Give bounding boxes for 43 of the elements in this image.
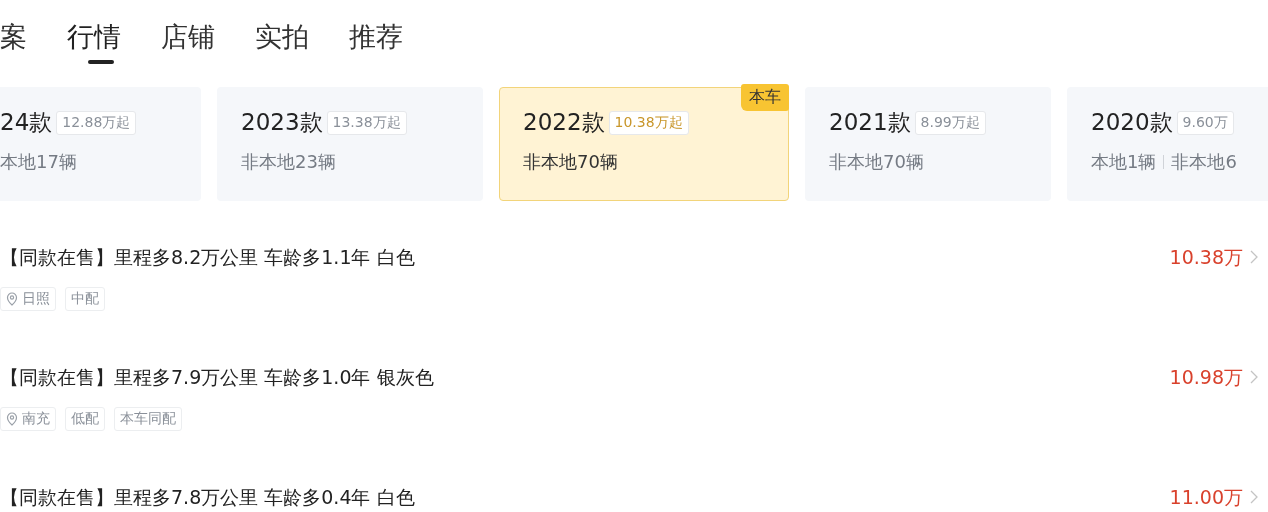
starting-price: 10.38万起 — [608, 110, 689, 135]
location-tag: 南充 — [0, 407, 56, 431]
year-card[interactable]: 2020款 9.60万 本地1辆 非本地6 — [1067, 87, 1268, 201]
vehicle-count: 非本地70辆 — [829, 150, 924, 174]
tab[interactable]: 店铺 — [161, 20, 215, 64]
current-car-badge: 本车 — [741, 84, 789, 111]
tag: 中配 — [65, 287, 105, 311]
starting-price: 12.88万起 — [56, 110, 137, 135]
listing-price[interactable]: 10.38万 — [1169, 245, 1243, 269]
chevron-right-icon[interactable] — [1250, 250, 1258, 264]
model-year: 2020款 — [1091, 108, 1173, 137]
model-year: 2023款 — [241, 108, 323, 137]
tag: 本车同配 — [114, 407, 182, 431]
model-year: 2021款 — [829, 108, 911, 137]
location-pin-icon — [6, 412, 18, 426]
location-pin-icon — [6, 292, 18, 306]
vehicle-count: 本地1辆 — [1091, 150, 1157, 174]
starting-price: 8.99万起 — [914, 110, 986, 135]
listing-price[interactable]: 11.00万 — [1169, 485, 1243, 509]
listing-title[interactable]: 【同款在售】里程多7.8万公里 车龄多0.4年 白色 — [0, 485, 1170, 509]
tab[interactable]: 实拍 — [255, 20, 309, 64]
year-card[interactable]: 2021款 8.99万起 非本地70辆 — [805, 87, 1051, 201]
chevron-right-icon[interactable] — [1250, 490, 1258, 504]
tab[interactable]: 案 — [0, 20, 27, 64]
chevron-right-icon[interactable] — [1250, 370, 1258, 384]
year-card[interactable]: 2022款 10.38万起 非本地70辆 本车 — [499, 87, 789, 201]
starting-price: 13.38万起 — [326, 110, 407, 135]
year-card[interactable]: 2023款 13.38万起 非本地23辆 — [217, 87, 483, 201]
tab[interactable]: 推荐 — [349, 20, 403, 64]
year-card[interactable]: 24款 12.88万起 本地17辆 — [0, 87, 201, 201]
listing-title[interactable]: 【同款在售】里程多7.9万公里 车龄多1.0年 银灰色 — [0, 365, 1170, 389]
vehicle-count: 非本地6 — [1171, 150, 1237, 174]
vehicle-count: 非本地70辆 — [523, 150, 618, 174]
location-tag: 日照 — [0, 287, 56, 311]
listing-price[interactable]: 10.98万 — [1169, 365, 1243, 389]
model-year: 2022款 — [523, 108, 605, 137]
tag: 低配 — [65, 407, 105, 431]
tab[interactable]: 行情 — [67, 20, 121, 64]
vehicle-count: 本地17辆 — [0, 150, 77, 174]
vehicle-count: 非本地23辆 — [241, 150, 336, 174]
starting-price: 9.60万 — [1176, 110, 1234, 135]
model-year: 24款 — [0, 108, 53, 137]
listing-title[interactable]: 【同款在售】里程多8.2万公里 车龄多1.1年 白色 — [0, 245, 1170, 269]
